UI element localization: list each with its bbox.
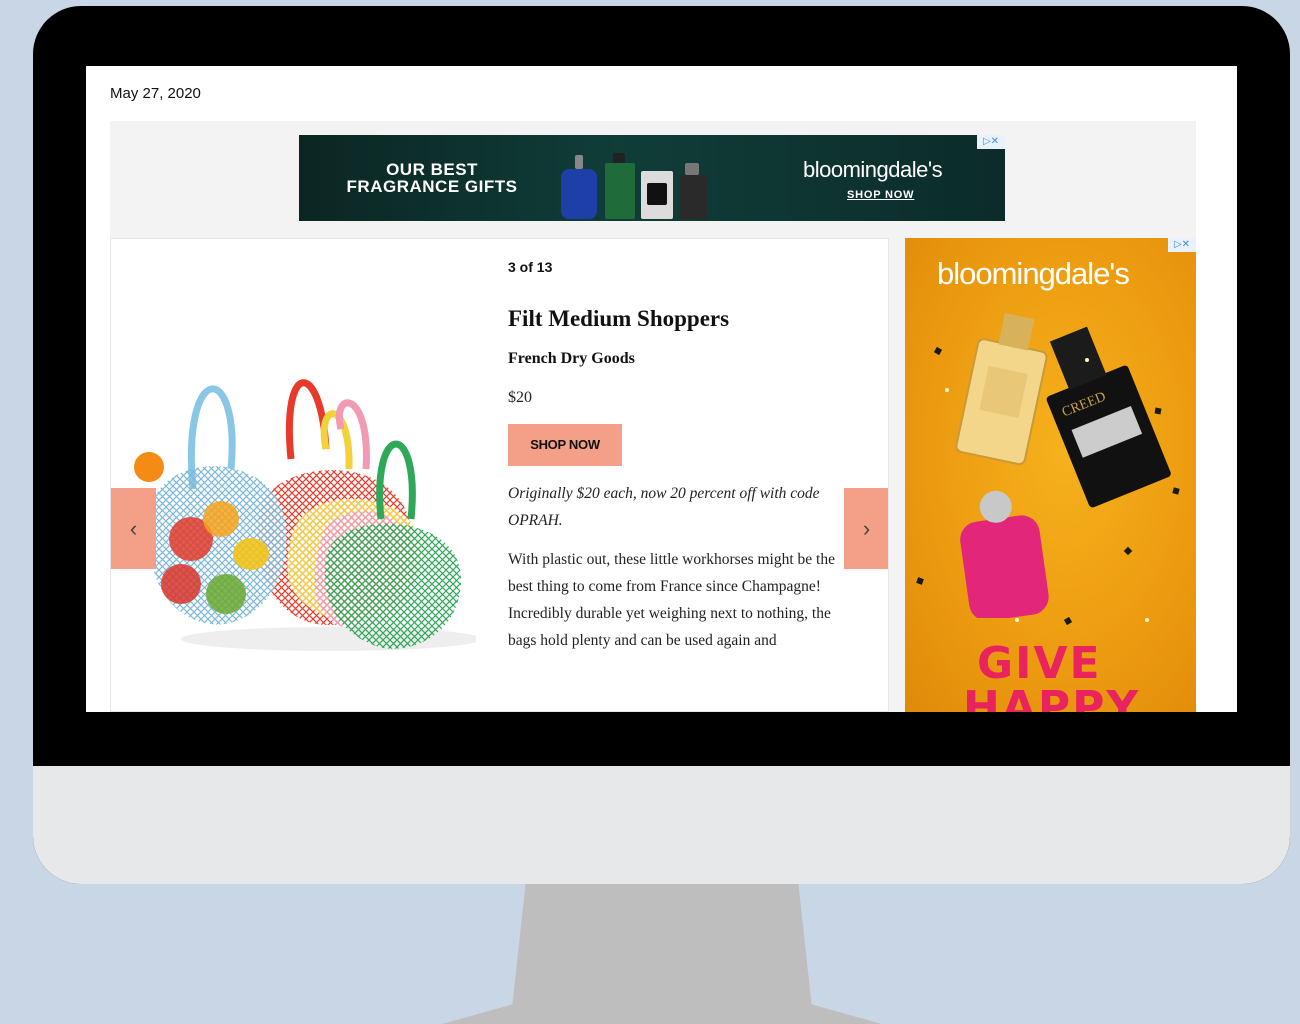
banner-ad[interactable]: OUR BEST FRAGRANCE GIFTS bloomingdale's …: [299, 135, 1005, 221]
product-description: With plastic out, these little workhorse…: [508, 551, 835, 649]
slide-counter: 3 of 13: [508, 259, 553, 275]
banner-ad-shop-now[interactable]: SHOP NOW: [847, 189, 914, 201]
product-info: 3 of 13 Filt Medium Shoppers French Dry …: [508, 259, 838, 654]
banner-ad-headline: OUR BEST FRAGRANCE GIFTS: [346, 160, 518, 196]
adchoices-icon[interactable]: ▷✕: [977, 135, 1005, 149]
shop-now-button[interactable]: SHOP NOW: [508, 424, 622, 466]
chevron-right-icon: ›: [862, 515, 871, 541]
slideshow-card: ‹ › 3 of 13 Filt Medium Shoppers French …: [110, 238, 889, 712]
product-title: Filt Medium Shoppers: [508, 306, 730, 331]
monitor-chin: [33, 766, 1290, 884]
previous-slide-button[interactable]: ‹: [111, 488, 156, 569]
fragrance-bottles-image: [561, 145, 711, 219]
monitor-stand: [442, 884, 882, 1024]
side-ad[interactable]: bloomingdale's ▷✕ CREED GIVE HAPPY: [905, 238, 1196, 712]
mesh-bags-product-image: [134, 379, 476, 651]
banner-ad-brand: bloomingdale's: [803, 157, 943, 182]
chevron-left-icon: ‹: [129, 515, 138, 541]
side-ad-happy-text: HAPPY: [963, 682, 1141, 712]
side-ad-brand: bloomingdale's: [937, 256, 1130, 291]
product-price: $20: [508, 389, 532, 406]
content-area: OUR BEST FRAGRANCE GIFTS bloomingdale's …: [110, 121, 1196, 712]
browser-screen: May 27, 2020 OUR BEST FRAGRANCE GIFTS bl…: [86, 66, 1237, 712]
next-slide-button[interactable]: ›: [844, 488, 888, 569]
article-date: May 27, 2020: [110, 85, 201, 102]
perfume-bottles-image: CREED: [955, 312, 1171, 618]
adchoices-icon[interactable]: ▷✕: [1168, 238, 1196, 252]
product-brand: French Dry Goods: [508, 350, 635, 367]
product-promo: Originally $20 each, now 20 percent off …: [508, 485, 820, 529]
